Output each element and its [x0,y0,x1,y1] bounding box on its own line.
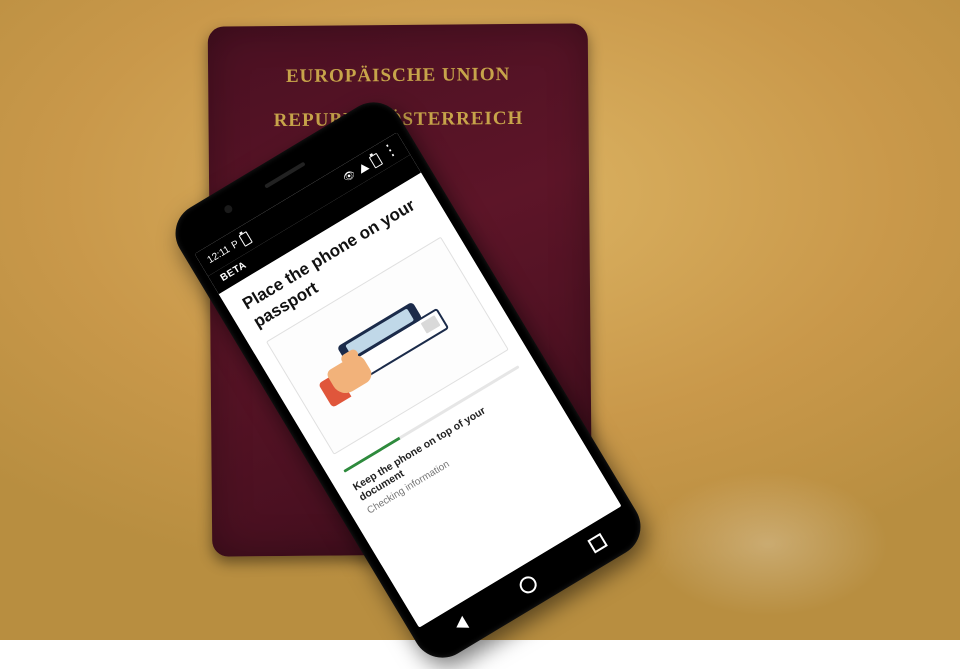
status-indicator: P [230,238,241,251]
eye-icon: 👁 [341,168,358,184]
nav-home-button[interactable] [517,573,540,596]
status-time: 12:11 [205,244,231,266]
nav-recents-button[interactable] [587,533,608,554]
phone-front-camera [223,204,234,215]
nav-back-button[interactable] [453,616,470,634]
signal-icon [357,162,370,174]
phone-speaker [264,162,305,189]
overflow-menu-icon[interactable]: ⋮ [381,143,399,159]
battery-icon [238,231,252,247]
passport-text-line-1: EUROPÄISCHE UNION [208,63,588,88]
battery-icon-2 [369,152,383,168]
